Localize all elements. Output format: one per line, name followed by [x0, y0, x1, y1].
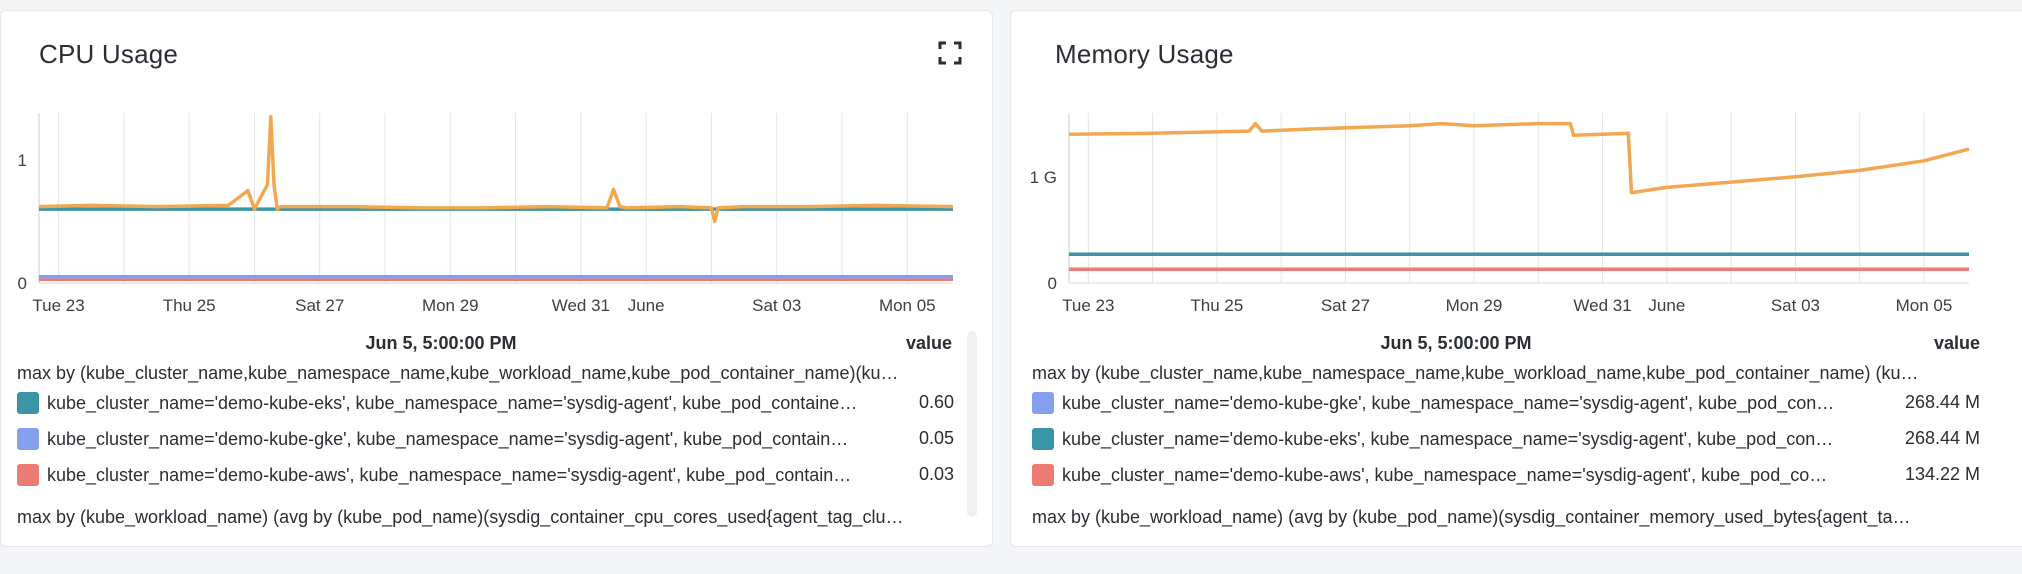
legend-swatch	[1032, 464, 1054, 486]
query-text: max by (kube_cluster_name,kube_namespace…	[17, 363, 899, 383]
legend-label: kube_cluster_name='demo-kube-eks', kube_…	[47, 392, 858, 413]
memory-usage-panel: Memory Usage 0 1 G Tue 23 Thu 25 Sat 27 Mon 2…	[1010, 10, 2022, 547]
cpu-usage-chart[interactable]: 0 1 Tue 23 Thu 25 Sat 27 Mon 29 Wed 31 June Sat …	[1, 101, 994, 321]
x-tick-label: Mon 05	[879, 296, 936, 315]
query-text: max by (kube_workload_name) (avg by (kub…	[17, 507, 904, 527]
legend-swatch	[17, 428, 39, 450]
x-tick-label: Sat 27	[295, 296, 344, 315]
x-tick-label: June	[628, 296, 665, 315]
legend-value: 0.05	[918, 428, 954, 448]
y-tick-label: 0	[18, 274, 27, 293]
x-tick-label: Mon 29	[422, 296, 479, 315]
legend-swatch	[1032, 392, 1054, 414]
legend-item[interactable]: kube_cluster_name='demo-kube-eks', kube_…	[17, 389, 954, 417]
x-tick-label: Sat 03	[1771, 296, 1820, 315]
expand-icon[interactable]	[938, 41, 962, 65]
value-column-header: value	[1933, 333, 1980, 353]
x-tick-label: Sat 03	[752, 296, 801, 315]
legend-swatch	[17, 392, 39, 414]
legend-label: kube_cluster_name='demo-kube-gke', kube_…	[47, 428, 849, 449]
legend-swatch	[1032, 428, 1054, 450]
x-tick-label: June	[1648, 296, 1685, 315]
legend-value: 268.44 M	[1904, 392, 1980, 412]
legend-value: 134.22 M	[1904, 464, 1980, 484]
y-tick-label: 1	[18, 151, 27, 170]
legend-value: 0.03	[918, 464, 954, 484]
x-tick-label: Mon 05	[1896, 296, 1953, 315]
legend-label: kube_cluster_name='demo-kube-eks', kube_…	[1062, 428, 1834, 449]
x-tick-label: Thu 25	[163, 296, 216, 315]
x-tick-label: Wed 31	[552, 296, 610, 315]
panel-title: CPU Usage	[39, 39, 179, 69]
legend-item[interactable]: kube_cluster_name='demo-kube-gke', kube_…	[1032, 389, 1980, 417]
y-tick-label: 0	[1048, 274, 1057, 293]
legend-value: 0.60	[918, 392, 954, 412]
legend-item[interactable]: kube_cluster_name='demo-kube-gke', kube_…	[17, 425, 954, 453]
panel-title: Memory Usage	[1055, 39, 1234, 69]
x-tick-label: Tue 23	[32, 296, 84, 315]
cpu-usage-panel: CPU Usage 0 1 Tue 23 Thu 25 Sat 27 Mon 29 Wed …	[0, 10, 993, 547]
legend-label: kube_cluster_name='demo-kube-aws', kube_…	[1062, 464, 1828, 485]
query-text: max by (kube_workload_name) (avg by (kub…	[1032, 507, 1911, 527]
legend-label: kube_cluster_name='demo-kube-gke', kube_…	[1062, 392, 1835, 413]
legend-value: 268.44 M	[1904, 428, 1980, 448]
series-line	[1068, 121, 1970, 195]
series-line	[38, 114, 954, 224]
tooltip-time: Jun 5, 5:00:00 PM	[1380, 333, 1532, 353]
legend-item[interactable]: kube_cluster_name='demo-kube-aws', kube_…	[17, 461, 954, 489]
x-tick-label: Tue 23	[1062, 296, 1114, 315]
query-text: max by (kube_cluster_name,kube_namespace…	[1032, 363, 1919, 383]
legend-scrollbar[interactable]	[967, 331, 977, 517]
x-tick-label: Wed 31	[1573, 296, 1631, 315]
y-tick-label: 1 G	[1030, 168, 1057, 187]
x-tick-label: Mon 29	[1446, 296, 1503, 315]
legend-item[interactable]: kube_cluster_name='demo-kube-aws', kube_…	[1032, 461, 1980, 489]
x-tick-label: Thu 25	[1190, 296, 1243, 315]
legend-item[interactable]: kube_cluster_name='demo-kube-eks', kube_…	[1032, 425, 1980, 453]
memory-usage-chart[interactable]: 0 1 G Tue 23 Thu 25 Sat 27 Mon 29 Wed 31 June Sa…	[1011, 101, 2022, 321]
tooltip-time: Jun 5, 5:00:00 PM	[365, 333, 517, 353]
legend-label: kube_cluster_name='demo-kube-aws', kube_…	[47, 464, 852, 485]
legend-swatch	[17, 464, 39, 486]
x-tick-label: Sat 27	[1321, 296, 1370, 315]
value-column-header: value	[905, 333, 952, 353]
